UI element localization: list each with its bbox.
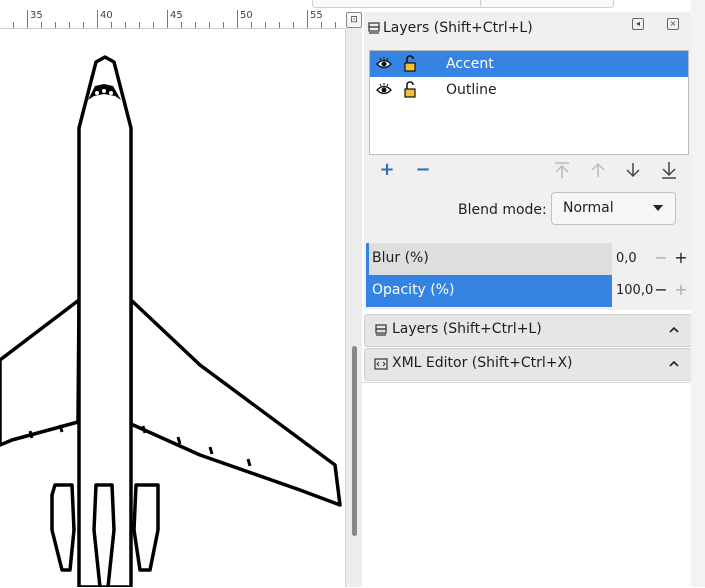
- lock-guides-icon[interactable]: ⊡: [346, 12, 362, 28]
- lower-to-bottom-icon[interactable]: [657, 158, 681, 182]
- blur-label: Blur (%): [372, 250, 429, 266]
- layer-toolbar: + −: [364, 158, 691, 186]
- blur-value[interactable]: 0,0: [616, 251, 637, 266]
- dock-panel: Layers (Shift+Ctrl+L) ◂ × Accent Outline…: [312, 0, 705, 588]
- close-icon[interactable]: ×: [667, 18, 679, 30]
- blur-increment-button[interactable]: +: [674, 247, 688, 269]
- blur-fill: [366, 243, 369, 275]
- unlocked-icon[interactable]: [403, 55, 417, 73]
- eye-icon[interactable]: [376, 82, 392, 98]
- chevron-down-icon: [653, 205, 663, 211]
- ruler-label: 40: [100, 10, 113, 21]
- collapsed-dialog-label: Layers (Shift+Ctrl+L): [392, 321, 542, 337]
- unlocked-icon[interactable]: [403, 81, 417, 99]
- layers-dialog: Layers (Shift+Ctrl+L) ◂ × Accent Outline…: [364, 12, 691, 310]
- collapsed-dialog-label: XML Editor (Shift+Ctrl+X): [392, 355, 573, 371]
- collapsed-xml-editor-dialog[interactable]: XML Editor (Shift+Ctrl+X): [364, 348, 692, 381]
- blend-mode-value: Normal: [563, 200, 614, 216]
- layer-name[interactable]: Outline: [446, 82, 497, 98]
- blend-mode-label: Blend mode:: [458, 202, 547, 218]
- ruler-label: 55: [310, 10, 323, 21]
- layer-row-accent[interactable]: Accent: [370, 51, 688, 77]
- ruler-label: 45: [170, 10, 183, 21]
- collapsed-layers-dialog[interactable]: Layers (Shift+Ctrl+L): [364, 314, 692, 347]
- layer-name[interactable]: Accent: [446, 56, 494, 72]
- raise-icon[interactable]: [586, 158, 610, 182]
- layer-list[interactable]: Accent Outline: [369, 50, 689, 155]
- airplane-outline-icon[interactable]: [0, 28, 345, 587]
- remove-layer-icon[interactable]: −: [411, 158, 435, 182]
- opacity-value[interactable]: 100,0: [616, 283, 653, 298]
- canvas[interactable]: 35 40 45 50 55: [0, 0, 345, 587]
- dock-edge: [691, 0, 705, 587]
- raise-to-top-icon[interactable]: [550, 158, 574, 182]
- blend-mode-select[interactable]: Normal: [551, 192, 676, 225]
- layer-row-outline[interactable]: Outline: [370, 77, 688, 103]
- ruler-label: 35: [30, 10, 43, 21]
- eye-icon[interactable]: [376, 56, 392, 72]
- toolbar-field[interactable]: [312, 0, 484, 8]
- blur-decrement-button[interactable]: −: [654, 247, 668, 269]
- opacity-increment-button[interactable]: +: [674, 279, 688, 301]
- add-layer-icon[interactable]: +: [375, 158, 399, 182]
- chevron-up-icon[interactable]: [667, 357, 681, 371]
- opacity-decrement-button[interactable]: −: [654, 279, 668, 301]
- ruler-label: 50: [240, 10, 253, 21]
- blur-slider[interactable]: Blur (%) 0,0 − +: [366, 243, 691, 275]
- lower-icon[interactable]: [621, 158, 645, 182]
- layers-icon: [375, 324, 387, 336]
- pin-icon[interactable]: ◂: [632, 18, 644, 30]
- chevron-up-icon[interactable]: [667, 323, 681, 337]
- vertical-scrollbar[interactable]: [345, 28, 362, 587]
- empty-dock-area: [362, 382, 691, 588]
- opacity-label: Opacity (%): [372, 282, 455, 298]
- layers-icon: [368, 22, 380, 34]
- dialog-header: Layers (Shift+Ctrl+L) ◂ ×: [364, 12, 691, 46]
- opacity-slider[interactable]: Opacity (%) 100,0 − +: [366, 275, 691, 307]
- dialog-title: Layers (Shift+Ctrl+L): [383, 20, 533, 36]
- toolbar-field[interactable]: [480, 0, 614, 8]
- xml-editor-icon: [374, 358, 388, 370]
- horizontal-ruler[interactable]: 35 40 45 50 55: [0, 0, 345, 29]
- scrollbar-thumb[interactable]: [352, 346, 357, 536]
